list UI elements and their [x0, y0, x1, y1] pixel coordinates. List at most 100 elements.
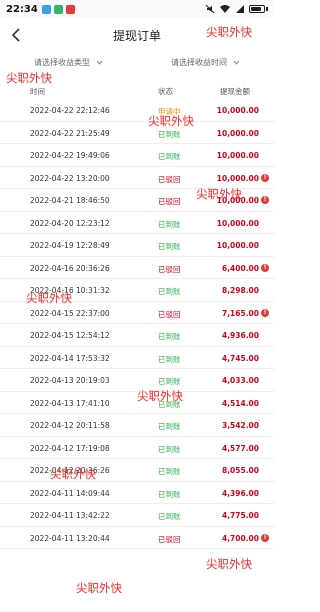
table-row[interactable]: 2022-04-11 13:20:44 已驳回 4,700.00! [0, 527, 274, 549]
row-status: 已驳回 [158, 534, 181, 544]
row-amount: 8,298.00 [221, 286, 259, 295]
table-row[interactable]: 2022-04-12 20:36:26 已到账 8,055.00 [0, 459, 274, 482]
table-row[interactable]: 2022-04-20 12:23:12 已到账 10,000.00 [0, 212, 274, 234]
row-time: 2022-04-16 20:36:26 [30, 263, 110, 273]
row-amount: 10,000.00 [216, 218, 259, 228]
row-amount: 7,165.00 [221, 308, 259, 318]
header-amount: 提现金额 [220, 87, 250, 96]
income-type-filter[interactable]: 请选择收益类型 [0, 52, 137, 72]
row-status: 已到账 [158, 219, 181, 229]
filter-bar: 请选择收益类型 请选择收益时间 [0, 52, 274, 72]
row-amount: 4,745.00 [221, 353, 259, 363]
row-amount: 4,514.00 [221, 398, 259, 408]
row-status: 已到账 [158, 287, 181, 296]
row-amount: 4,396.00 [221, 488, 259, 498]
wifi-icon [220, 5, 230, 13]
watermark-text: 尖职外快 [76, 581, 122, 595]
row-time: 2022-04-13 20:19:03 [30, 376, 110, 385]
back-button[interactable] [6, 25, 26, 45]
row-amount: 4,936.00 [221, 331, 259, 340]
row-status: 已到账 [158, 512, 181, 521]
page-title: 提现订单 [112, 28, 161, 43]
header-status: 状态 [158, 87, 173, 96]
table-header: 时间 状态 提现金额 [0, 84, 274, 98]
table-row[interactable]: 2022-04-22 22:12:46 申请中 10,000.00 [0, 99, 274, 122]
reject-info-icon[interactable]: ! [261, 533, 269, 542]
table-row[interactable]: 2022-04-15 22:37:00 已驳回 7,165.00! [0, 302, 274, 324]
row-amount: 4,700.00 [221, 533, 259, 543]
table-row[interactable]: 2022-04-11 13:42:22 已到账 4,775.00 [0, 504, 274, 527]
table-row[interactable]: 2022-04-22 21:25:49 已到账 10,000.00 [0, 122, 274, 144]
reject-info-icon[interactable]: ! [261, 263, 269, 272]
mute-icon [205, 4, 215, 14]
status-bar: 22:34 [0, 0, 274, 18]
row-status: 已到账 [158, 129, 181, 139]
row-amount: 4,577.00 [221, 443, 259, 453]
income-type-filter-label: 请选择收益类型 [34, 57, 90, 67]
row-amount: 4,033.00 [221, 376, 259, 385]
message-notification-icon [53, 4, 63, 14]
row-status: 已驳回 [158, 309, 181, 319]
row-status: 已到账 [158, 399, 181, 409]
row-time: 2022-04-20 12:23:12 [30, 218, 110, 228]
row-time: 2022-04-22 13:20:00 [30, 173, 110, 183]
row-status: 申请中 [158, 107, 181, 116]
row-time: 2022-04-12 17:19:08 [30, 443, 110, 453]
alert-notification-icon [65, 4, 75, 14]
table-row[interactable]: 2022-04-14 17:53:32 已到账 4,745.00 [0, 347, 274, 369]
row-time: 2022-04-12 20:11:58 [30, 421, 110, 430]
row-time: 2022-04-14 17:53:32 [30, 353, 110, 363]
row-time: 2022-04-22 21:25:49 [30, 128, 110, 138]
row-amount: 10,000.00 [216, 128, 259, 138]
row-time: 2022-04-11 14:09:44 [30, 488, 110, 498]
row-status: 已到账 [158, 444, 181, 454]
row-time: 2022-04-16 10:31:32 [30, 286, 110, 295]
row-time: 2022-04-13 17:41:10 [30, 398, 110, 408]
row-status: 已到账 [158, 467, 181, 476]
row-amount: 3,542.00 [221, 421, 259, 430]
chevron-down-icon [96, 60, 103, 65]
table-row[interactable]: 2022-04-16 10:31:32 已到账 8,298.00 [0, 279, 274, 302]
chevron-down-icon [233, 60, 240, 65]
battery-icon [249, 5, 268, 13]
income-time-filter[interactable]: 请选择收益时间 [137, 52, 274, 72]
row-status: 已驳回 [158, 174, 181, 184]
row-status: 已驳回 [158, 264, 181, 274]
row-amount: 10,000.00 [216, 241, 259, 250]
table-row[interactable]: 2022-04-12 17:19:08 已到账 4,577.00 [0, 437, 274, 459]
row-amount: 8,055.00 [221, 466, 259, 475]
nav-bar: 提现订单 [0, 20, 274, 50]
reject-info-icon[interactable]: ! [261, 308, 269, 317]
table-row[interactable]: 2022-04-19 12:28:49 已到账 10,000.00 [0, 234, 274, 257]
table-row[interactable]: 2022-04-21 18:46:50 已驳回 10,000.00! [0, 189, 274, 212]
reject-info-icon[interactable]: ! [261, 196, 269, 204]
row-time: 2022-04-11 13:42:22 [30, 511, 110, 520]
row-time: 2022-04-22 19:49:06 [30, 151, 110, 160]
row-amount: 6,400.00 [221, 263, 259, 273]
row-status: 已到账 [158, 377, 181, 386]
table-row[interactable]: 2022-04-13 20:19:03 已到账 4,033.00 [0, 369, 274, 392]
row-time: 2022-04-22 22:12:46 [30, 106, 110, 115]
signal-icon [236, 5, 244, 13]
row-amount: 4,775.00 [221, 511, 259, 520]
table-row[interactable]: 2022-04-12 20:11:58 已到账 3,542.00 [0, 414, 274, 437]
table-row[interactable]: 2022-04-11 14:09:44 已到账 4,396.00 [0, 482, 274, 504]
row-time: 2022-04-12 20:36:26 [30, 466, 110, 475]
row-status: 已到账 [158, 354, 181, 364]
row-time: 2022-04-15 22:37:00 [30, 308, 110, 318]
row-time: 2022-04-11 13:20:44 [30, 533, 110, 543]
table-row[interactable]: 2022-04-15 12:54:12 已到账 4,936.00 [0, 324, 274, 347]
table-row[interactable]: 2022-04-13 17:41:10 已到账 4,514.00 [0, 392, 274, 414]
row-amount: 10,000.00 [216, 151, 259, 160]
status-time: 22:34 [6, 3, 38, 15]
watermark-text: 尖职外快 [206, 557, 252, 571]
row-time: 2022-04-15 12:54:12 [30, 331, 110, 340]
row-amount: 10,000.00 [216, 106, 259, 115]
reject-info-icon[interactable]: ! [261, 173, 269, 182]
row-status: 已到账 [158, 242, 181, 251]
table-row[interactable]: 2022-04-22 19:49:06 已到账 10,000.00 [0, 144, 274, 167]
table-row[interactable]: 2022-04-22 13:20:00 已驳回 10,000.00! [0, 167, 274, 189]
table-row[interactable]: 2022-04-16 20:36:26 已驳回 6,400.00! [0, 257, 274, 279]
row-time: 2022-04-19 12:28:49 [30, 241, 110, 250]
chevron-left-icon [11, 28, 20, 42]
